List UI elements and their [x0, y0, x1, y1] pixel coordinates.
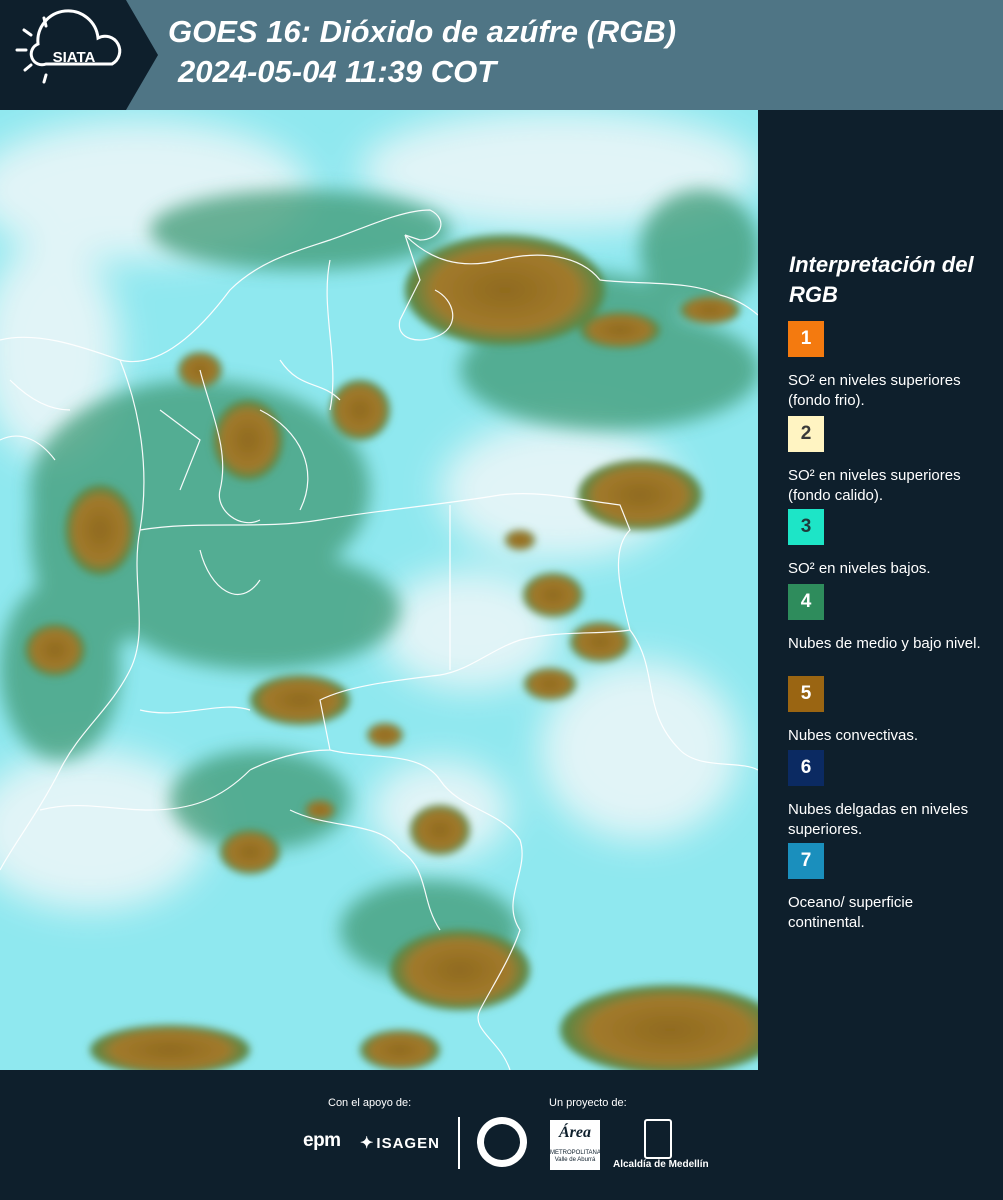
project-label: Un proyecto de: — [549, 1097, 627, 1109]
legend-item-1: 1 SO² en niveles superiores (fondo frio)… — [788, 321, 993, 411]
isagen-logo: ✦ ISAGEN — [360, 1135, 440, 1152]
svg-text:SIATA: SIATA — [53, 49, 96, 66]
legend-label: Nubes de medio y bajo nivel. — [788, 635, 981, 652]
legend-label: Nubes convectivas. — [788, 727, 919, 744]
legend-item-5: 5 Nubes convectivas. — [788, 676, 993, 746]
legend-label: Oceano/ superficie continental. — [788, 894, 914, 931]
footer-divider — [458, 1117, 460, 1169]
alcaldia-logo-text: Alcaldía de Medellín — [613, 1159, 709, 1170]
legend-item-4: 4 Nubes de medio y bajo nivel. — [788, 584, 993, 654]
legend-label: SO² en niveles superiores (fondo calido)… — [788, 467, 961, 504]
map-timestamp: 2024-05-04 11:39 COT — [178, 54, 497, 89]
legend-label: Nubes delgadas en niveles superiores. — [788, 801, 969, 838]
legend-swatch: 4 — [788, 584, 824, 620]
legend-item-2: 2 SO² en niveles superiores (fondo calid… — [788, 416, 993, 506]
legend-title: Interpretación del RGB — [789, 252, 974, 307]
map-title: GOES 16: Dióxido de azúfre (RGB) — [168, 14, 677, 49]
support-label: Con el apoyo de: — [328, 1097, 412, 1109]
isagen-icon: ✦ — [360, 1135, 375, 1152]
legend-label: SO² en niveles bajos. — [788, 560, 931, 577]
siata-logo: SIATA — [0, 0, 158, 110]
footer-bar: Con el apoyo de: Un proyecto de: epm ✦ IS… — [0, 1070, 1003, 1200]
area-metropolitana-logo: Área METROPOLITANA Valle de Aburrá — [550, 1120, 601, 1170]
legend-item-3: 3 SO² en niveles bajos. — [788, 509, 993, 579]
alcaldia-emblem-icon — [644, 1119, 672, 1159]
legend-swatch: 7 — [788, 843, 824, 879]
legend-swatch: 5 — [788, 676, 824, 712]
header-bar: SIATA GOES 16: Dióxido de azúfre (RGB) 2… — [0, 0, 1003, 110]
legend-panel: Interpretación del RGB 1 SO² en niveles … — [758, 110, 1003, 1070]
legend-swatch: 2 — [788, 416, 824, 452]
medellin-seal-logo — [477, 1117, 527, 1167]
legend-label: SO² en niveles superiores (fondo frio). — [788, 372, 961, 409]
legend-item-6: 6 Nubes delgadas en niveles superiores. — [788, 750, 993, 840]
legend-item-7: 7 Oceano/ superficie continental. — [788, 843, 993, 933]
legend-swatch: 6 — [788, 750, 824, 786]
satellite-image — [0, 110, 758, 1070]
legend-swatch: 1 — [788, 321, 824, 357]
legend-swatch: 3 — [788, 509, 824, 545]
epm-logo: epm — [303, 1130, 341, 1151]
